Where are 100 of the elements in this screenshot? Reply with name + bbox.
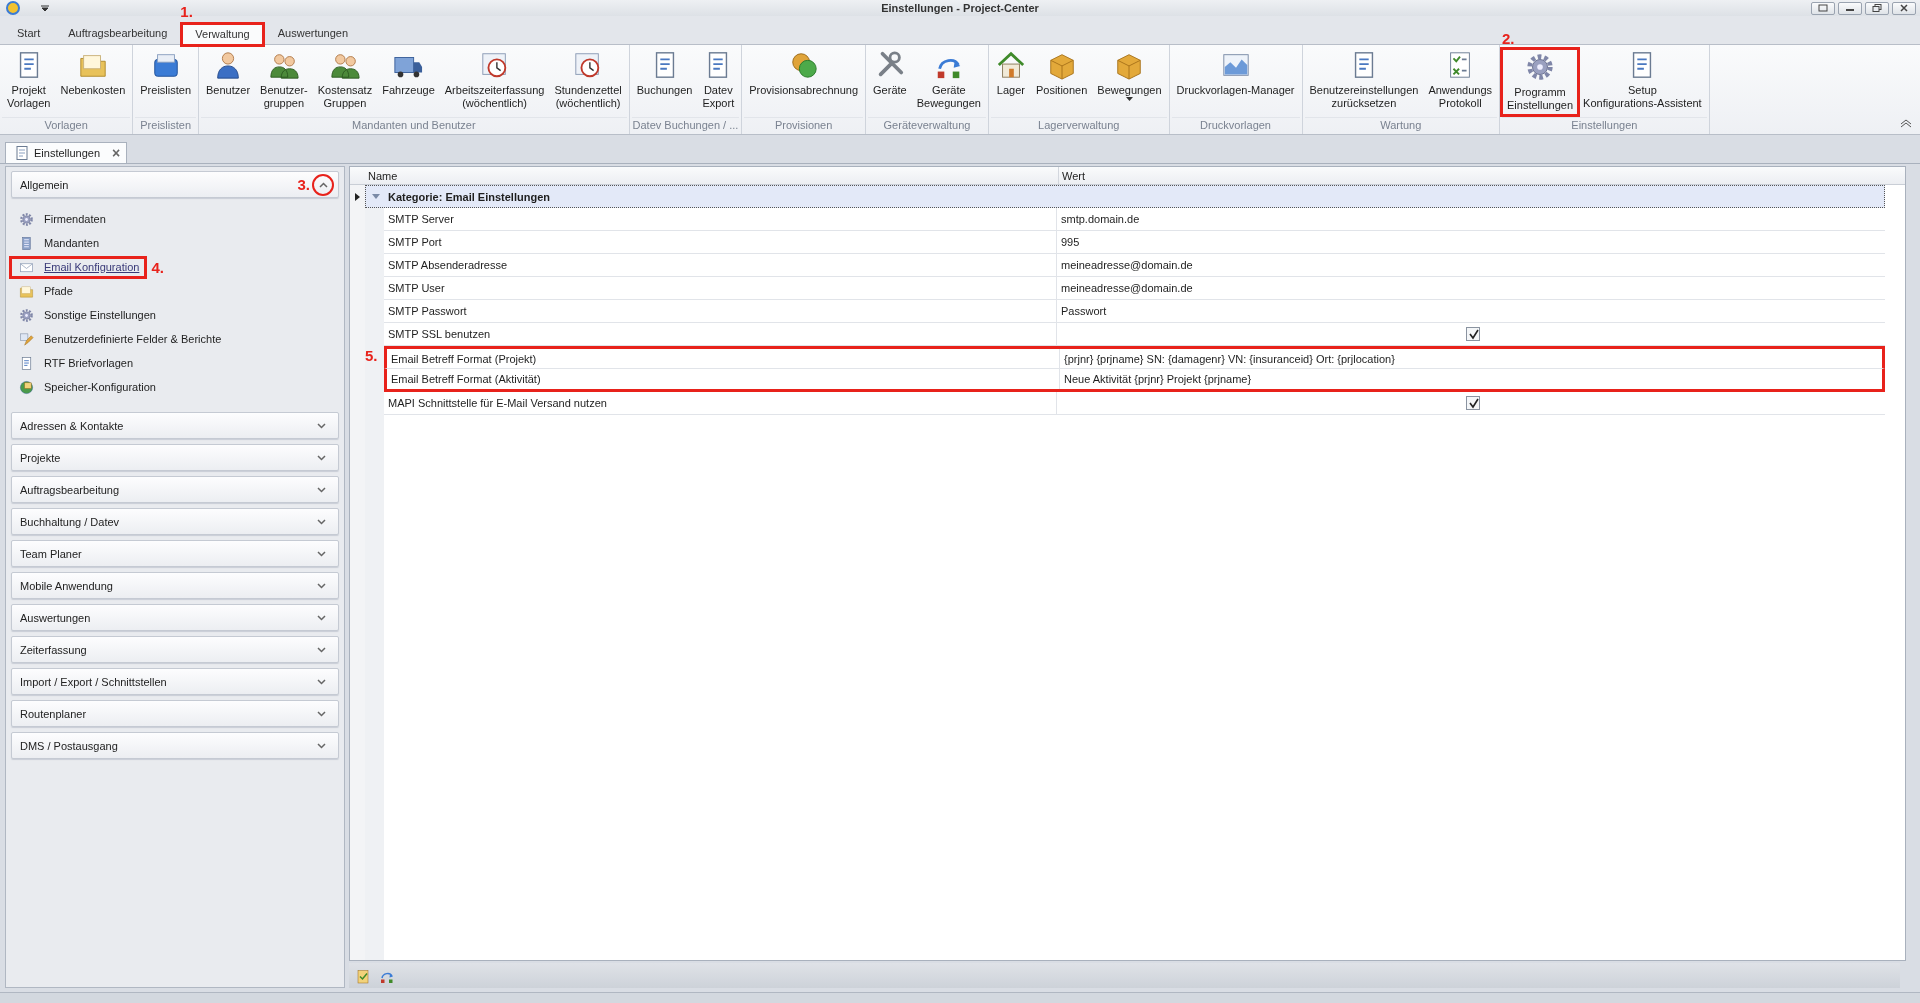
sidebar-item[interactable]: Speicher-Konfiguration [11,377,162,397]
property-value[interactable]: smtp.domain.de [1061,213,1140,225]
ribbon-button[interactable]: Lager [990,47,1031,100]
ribbon-button[interactable]: Arbeitszeiterfassung (wöchentlich) [439,47,550,113]
ribbon-button[interactable]: Provisionsabrechnung [744,47,864,100]
ribbon-button[interactable]: Bewegungen [1092,47,1167,104]
sidebar-item[interactable]: Pfade [11,281,79,301]
ribbon-button[interactable]: Programm Einstellungen [1502,49,1579,115]
maximize-button[interactable] [1865,1,1889,15]
section-title: Routenplaner [20,707,88,720]
property-row[interactable]: Email Betreff Format (Aktivität) Neue Aktivität {prjnr} Projekt {prjname} [384,369,1885,392]
section-header[interactable]: Auftragsbearbeitung [11,476,339,503]
property-value[interactable]: Passwort [1061,305,1107,317]
section-header[interactable]: Zeiterfassung [11,636,339,663]
sidebar-item[interactable]: RTF Briefvorlagen [11,353,140,373]
section-header[interactable]: Team Planer [11,540,339,567]
close-button[interactable] [1892,1,1916,15]
property-row[interactable]: SMTP SSL benutzen [384,323,1885,346]
property-name: SMTP Server [384,208,1057,230]
property-value[interactable]: {prjnr} {prjname} SN: {damagenr} VN: {insuranceid} Ort: {prjlocation} [1064,352,1395,365]
callout-number: 3. [297,176,310,193]
property-row[interactable]: MAPI Schnittstelle für E-Mail Versand nutzen [384,392,1885,415]
sidebar-item[interactable]: Benutzerdefinierte Felder & Berichte [11,329,228,349]
column-header[interactable]: Name [365,167,1059,184]
property-row[interactable]: SMTP User meineadresse@domain.de [384,277,1885,300]
ribbon-button[interactable]: Datev Export [697,47,740,113]
ribbon-button[interactable]: Benutzer- gruppen [255,47,313,113]
ribbon-button[interactable]: Setup Konfigurations-Assistent [1578,47,1707,113]
minimize-button[interactable] [1838,1,1862,15]
section-title: Adressen & Kontakte [20,419,125,432]
ribbon-button[interactable]: Projekt Vorlagen [2,47,56,113]
close-tab-button[interactable]: × [112,145,121,161]
category-row[interactable]: Kategorie: Email Einstellungen [365,185,1885,208]
ribbon-group-label: Druckvorlagen [1171,117,1300,134]
app-logo-icon[interactable] [6,1,20,15]
chevron-icon [316,582,326,589]
ribbon-tab[interactable]: Start [4,23,54,44]
ribbon-group-label: Datev Buchungen / ... [631,117,740,134]
property-row[interactable]: SMTP Passwort Passwort [384,300,1885,323]
ribbon-button[interactable]: Benutzer [201,47,256,100]
ribbon-button[interactable]: Positionen [1030,47,1093,100]
property-row[interactable]: SMTP Port 995 [384,231,1885,254]
ribbon-tab[interactable]: Auftragsbearbeitung [55,23,181,44]
property-value[interactable]: meineadresse@domain.de [1061,282,1193,294]
ribbon-group-label: Mandanten und Benutzer [201,117,627,134]
callout-number: 1. [180,3,193,20]
ribbon-button[interactable]: Geräte Bewegungen [911,47,986,113]
sidebar-item[interactable]: Firmendaten [11,209,112,229]
property-row[interactable]: Email Betreff Format (Projekt) {prjnr} {prjname} SN: {damagenr} VN: {insuranceid} Ort: {prjlocation} [384,346,1885,369]
ribbon-button[interactable]: Fahrzeuge [377,47,440,100]
chevron-toggle[interactable] [312,173,334,196]
column-header[interactable]: Wert [1059,167,1905,184]
ribbon-button[interactable]: Nebenkosten [55,47,131,100]
house-icon [995,50,1026,80]
chevron-icon [316,518,326,525]
ribbon-button[interactable]: Druckvorlagen-Manager [1171,47,1300,100]
section-header[interactable]: Mobile Anwendung [11,572,339,599]
checkbox[interactable] [1466,396,1480,410]
property-value[interactable]: 995 [1061,236,1080,248]
property-name: Email Betreff Format (Aktivität) [387,369,1060,389]
sidebar-item[interactable]: Mandanten [11,233,106,253]
sidebar-item[interactable]: Email Konfiguration [11,257,146,277]
ribbon-button[interactable]: Geräte [868,47,912,100]
property-row[interactable]: SMTP Server smtp.domain.de [384,208,1885,231]
property-value[interactable]: meineadresse@domain.de [1061,259,1193,271]
property-name: SMTP Passwort [384,300,1057,322]
section-header[interactable]: Import / Export / Schnittstellen [11,668,339,695]
checkbox[interactable] [1466,327,1480,341]
document-icon [19,355,34,371]
expand-toggle-icon[interactable] [372,193,380,200]
pencil-icon [19,331,34,347]
section-header[interactable]: Projekte [11,444,339,471]
section-header[interactable]: Routenplaner [11,700,339,727]
property-value[interactable]: Neue Aktivität {prjnr} Projekt {prjname} [1064,373,1252,385]
ribbon-button[interactable]: Benutzereinstellungen zurücksetzen [1304,47,1424,113]
dropdown-caret-icon[interactable] [40,4,50,12]
section-header[interactable]: Auswertungen [11,604,339,631]
section-title: Projekte [20,451,62,464]
property-name: SMTP Port [384,231,1057,253]
sidebar-item[interactable]: Sonstige Einstellungen [11,305,162,325]
ribbon-group-label: Vorlagen [2,117,131,134]
section-header[interactable]: DMS / Postausgang [11,732,339,759]
ribbon-button[interactable]: Preislisten [135,47,196,100]
document-icon [16,146,28,160]
ribbon-button[interactable]: Anwendungs Protokoll [1423,47,1497,113]
ribbon-button[interactable]: Buchungen [631,47,698,100]
ribbon-button[interactable]: Stundenzettel (wöchentlich) [549,47,627,113]
collapse-ribbon-icon[interactable] [1900,119,1912,128]
ribbon-tab[interactable]: Verwaltung [182,24,263,45]
property-name: SMTP SSL benutzen [384,323,1057,345]
section-header[interactable]: Buchhaltung / Datev [11,508,339,535]
ribbon-button[interactable]: Kostensatz Gruppen [312,47,378,113]
callout-number: 2. [1502,30,1515,47]
ribbon-tab[interactable]: Auswertungen [264,23,362,44]
property-row[interactable]: SMTP Absenderadresse meineadresse@domain.de [384,254,1885,277]
section-header[interactable]: Allgemein 3. [11,171,339,198]
section-header[interactable]: Adressen & Kontakte [11,412,339,439]
gear-icon [1525,52,1556,82]
document-tab[interactable]: Einstellungen × [5,142,128,163]
chevron-icon [316,454,326,461]
